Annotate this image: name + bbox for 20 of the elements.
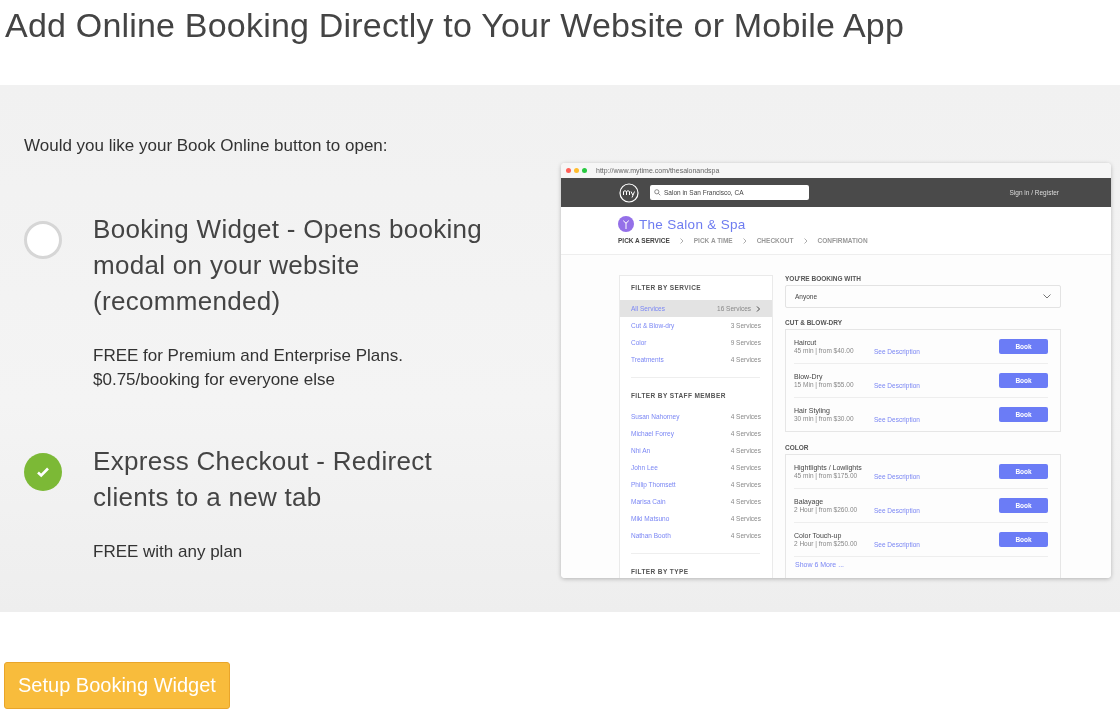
search-icon — [654, 189, 661, 196]
option-note: FREE for Premium and Enterprise Plans. $0.75/booking for everyone else — [93, 345, 404, 391]
radio-button[interactable] — [24, 453, 62, 491]
window-dot — [574, 168, 579, 173]
salon-name: The Salon & Spa — [639, 216, 746, 232]
question-text: Would you like your Book Online button to open: — [24, 136, 389, 156]
chevron-icon — [803, 237, 808, 244]
chevron-down-icon — [1043, 294, 1051, 299]
page-title: Add Online Booking Directly to Your Website or Mobile App — [5, 5, 906, 46]
logo-icon — [619, 182, 639, 203]
chevron-icon — [756, 305, 761, 312]
radio-button[interactable] — [24, 221, 62, 259]
window-dot — [582, 168, 587, 173]
salon-logo-icon — [618, 216, 634, 232]
window-dot — [566, 168, 571, 173]
option-title: Express Checkout - Redirect clients to a new tab — [93, 445, 433, 514]
chevron-icon — [679, 237, 684, 244]
option-note: FREE with any plan — [93, 541, 244, 563]
chevron-icon — [742, 237, 747, 244]
option-title: Booking Widget - Opens booking modal on your website (recommended) — [93, 213, 484, 318]
